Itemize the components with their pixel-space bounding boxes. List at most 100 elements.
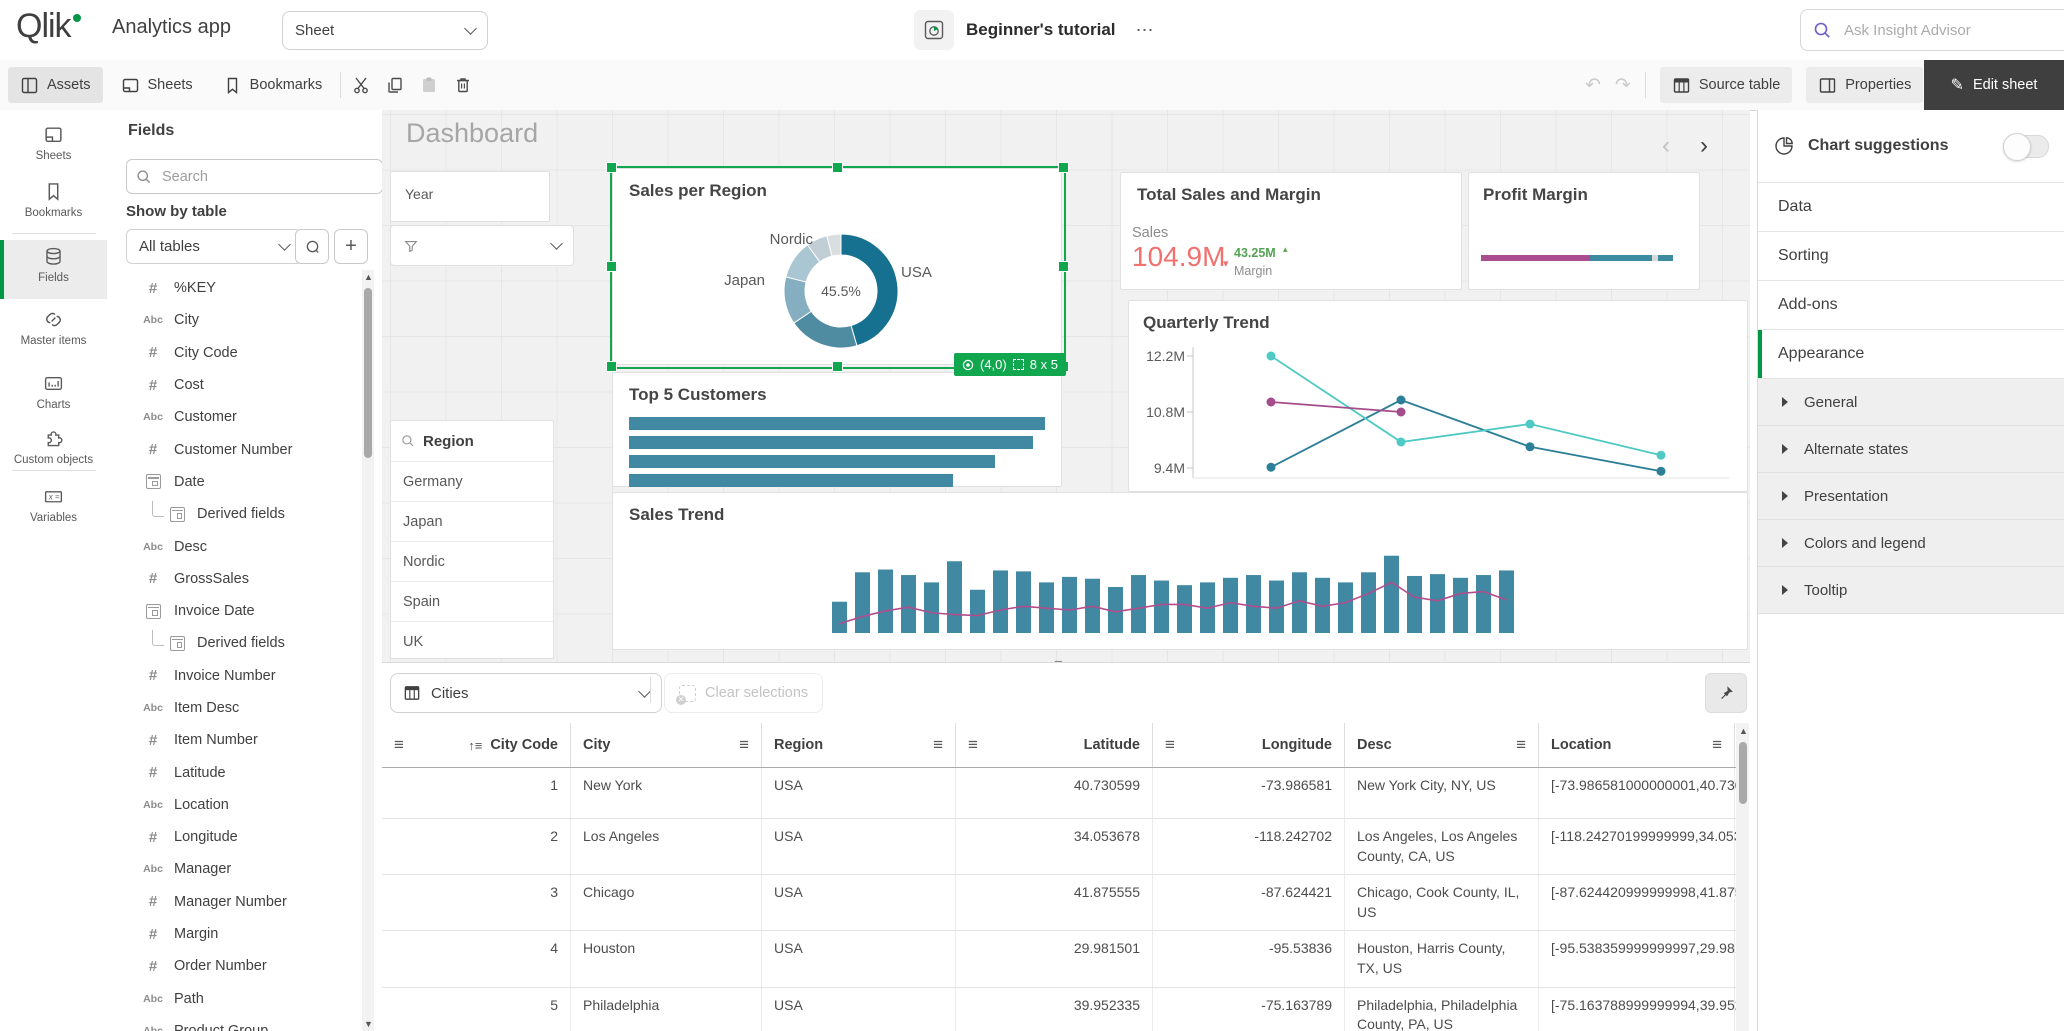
search-input[interactable] [1842,21,2026,40]
field-item[interactable]: #Order Number [108,950,364,982]
column-menu-icon[interactable]: ≡ [394,735,404,755]
field-item[interactable]: #Latitude [108,756,364,788]
app-icon[interactable] [914,10,954,50]
resize-handle[interactable] [832,162,843,173]
table-row[interactable]: 1New YorkUSA40.730599-73.986581New York … [382,768,1736,819]
data-point[interactable] [1397,438,1406,447]
properties-section-add-ons[interactable]: Add-ons [1758,281,2064,330]
data-point[interactable] [1397,408,1406,417]
sidebar-item-master-items[interactable]: Master items [0,303,107,359]
region-filter-pane[interactable]: Region GermanyJapanNordicSpainUK [390,420,554,659]
field-item[interactable]: AbcCity [108,304,364,336]
field-item[interactable]: AbcItem Desc [108,692,364,724]
field-item[interactable]: #Customer Number [108,433,364,465]
sales-bar[interactable] [1338,582,1353,633]
prev-sheet-icon[interactable]: ‹ [1662,134,1670,158]
profit-margin-gauge[interactable]: Profit Margin [1468,172,1700,290]
selections-tool-button[interactable] [295,229,329,264]
insight-advisor-search[interactable] [1800,9,2064,51]
resize-handle[interactable] [606,361,617,372]
field-item[interactable]: #Item Number [108,724,364,756]
bookmarks-button[interactable]: Bookmarks [211,67,335,103]
top-5-customers-chart[interactable]: Top 5 Customers [612,372,1062,487]
field-item[interactable]: #City Code [108,337,364,369]
sheets-button[interactable]: Sheets [109,67,205,103]
quarterly-trend-chart[interactable]: Quarterly Trend 12.2M10.8M9.4M [1128,300,1748,492]
column-header-latitude[interactable]: ≡Latitude [956,723,1153,767]
cut-icon[interactable] [347,71,375,99]
data-point[interactable] [1267,463,1276,472]
next-sheet-icon[interactable]: › [1700,134,1708,158]
sales-bar[interactable] [1384,556,1399,633]
sales-bar[interactable] [1407,576,1422,633]
sales-bar[interactable] [1223,578,1238,633]
sales-bar[interactable] [855,572,870,633]
column-menu-icon[interactable]: ≡ [933,735,943,755]
field-item[interactable]: #Manager Number [108,886,364,918]
trend-line[interactable] [1271,400,1661,471]
sidebar-item-sheets[interactable]: Sheets [0,118,107,174]
region-filter-value[interactable]: Nordic [391,541,553,581]
appearance-item-colors-and-legend[interactable]: Colors and legend [1758,520,2064,567]
column-header-longitude[interactable]: ≡Longitude [1153,723,1345,767]
field-item[interactable]: AbcProduct Group [108,1015,364,1031]
sales-bar[interactable] [1177,585,1192,633]
sales-bar[interactable] [1476,575,1491,633]
table-row[interactable]: 2Los AngelesUSA34.053678-118.242702Los A… [382,819,1736,875]
field-item[interactable]: AbcManager [108,853,364,885]
sidebar-item-fields[interactable]: Fields [0,240,107,299]
customer-bar[interactable] [629,455,995,468]
sidebar-item-custom-objects[interactable]: Custom objects [0,422,107,486]
field-item[interactable]: #Invoice Number [108,660,364,692]
sales-trend-chart[interactable]: Sales Trend [612,492,1748,650]
data-point[interactable] [1397,396,1406,405]
sidebar-item-charts[interactable]: Charts [0,367,107,423]
customer-bar[interactable] [629,417,1045,430]
sales-bar[interactable] [1062,577,1077,633]
resize-handle[interactable] [606,261,617,272]
data-point[interactable] [1526,442,1535,451]
sales-bar[interactable] [924,582,939,633]
region-filter-value[interactable]: Germany [391,461,553,501]
field-item[interactable]: AbcCustomer [108,401,364,433]
table-row[interactable]: 3ChicagoUSA41.875555-87.624421Chicago, C… [382,875,1736,931]
field-item[interactable]: #%KEY [108,272,364,304]
data-point[interactable] [1267,398,1276,407]
customer-bar[interactable] [629,436,1033,449]
sales-bar[interactable] [970,590,985,633]
paste-icon[interactable] [415,71,443,99]
table-row[interactable]: 4HoustonUSA29.981501-95.53836Houston, Ha… [382,931,1736,987]
sidebar-item-variables[interactable]: x =Variables [0,480,107,536]
sales-bar[interactable] [878,570,893,633]
properties-section-data[interactable]: Data [1758,183,2064,232]
chart-suggestions-toggle[interactable] [2003,135,2049,158]
table-filter-dropdown[interactable]: All tables [126,229,302,264]
sales-bar[interactable] [947,561,962,633]
assets-button[interactable]: Assets [8,67,103,103]
properties-section-appearance[interactable]: Appearance [1758,330,2064,379]
sales-bar[interactable] [832,602,847,633]
margin-line[interactable] [840,582,1507,623]
resize-handle[interactable] [1058,261,1069,272]
sales-bar[interactable] [1430,574,1445,633]
delete-icon[interactable] [449,71,477,99]
copy-icon[interactable] [381,71,409,99]
edit-sheet-button[interactable]: ✎ Edit sheet [1924,60,2064,110]
fields-scrollbar[interactable]: ▲ ▼ [362,270,374,1031]
field-item[interactable]: AbcDesc [108,530,364,562]
column-header-city[interactable]: City≡ [571,723,762,767]
field-item[interactable]: Invoice Date [108,595,364,627]
properties-section-sorting[interactable]: Sorting [1758,232,2064,281]
sales-bar[interactable] [1361,572,1376,633]
qlik-logo[interactable]: Qlik [16,7,71,46]
column-menu-icon[interactable]: ≡ [968,735,978,755]
sales-bar[interactable] [1499,570,1514,633]
undo-icon[interactable]: ↶ [1585,74,1601,97]
total-sales-margin-kpi[interactable]: Total Sales and Margin Sales 104.9M ▾ 43… [1120,172,1462,290]
table-scrollbar[interactable]: ▲ [1736,723,1749,1031]
sales-bar[interactable] [1154,581,1169,633]
sales-bar[interactable] [901,575,916,633]
region-filter-value[interactable]: UK [391,621,553,659]
appearance-item-presentation[interactable]: Presentation [1758,473,2064,520]
trend-line[interactable] [1271,402,1401,412]
